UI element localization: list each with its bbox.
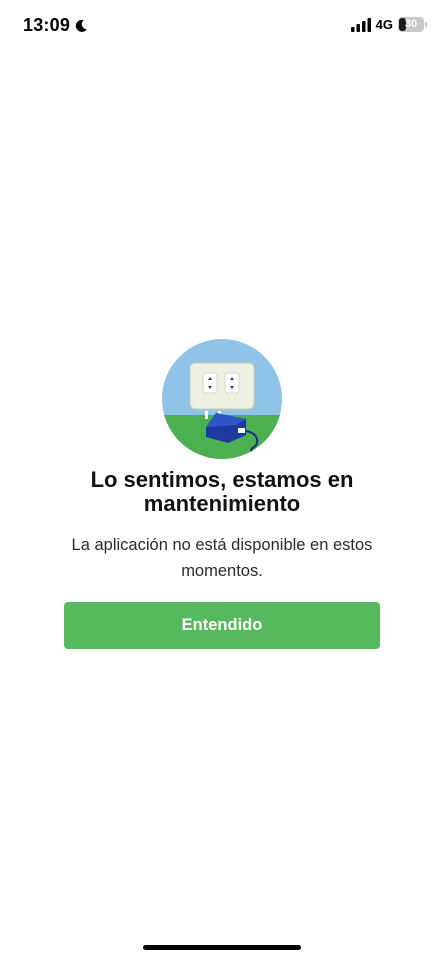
page-title: Lo sentimos, estamos en mantenimiento [90, 467, 354, 516]
status-indicators: 4G 30 [350, 17, 427, 32]
clock-label: 13:09 [23, 15, 71, 35]
home-indicator[interactable] [143, 945, 301, 950]
understood-button[interactable]: Entendido [64, 602, 380, 649]
battery-icon: 30 [398, 17, 427, 32]
moon-icon [75, 19, 87, 32]
network-type: 4G [375, 17, 393, 32]
status-time: 13:09 [23, 15, 88, 36]
signal-icon [350, 17, 371, 32]
unplugged-outlet-illustration [162, 339, 282, 459]
status-bar: 13:09 4G 30 [0, 0, 444, 54]
battery-level: 30 [404, 18, 418, 30]
battery-cap [425, 22, 427, 27]
maintenance-message: La aplicación no está disponible en esto… [71, 536, 373, 580]
